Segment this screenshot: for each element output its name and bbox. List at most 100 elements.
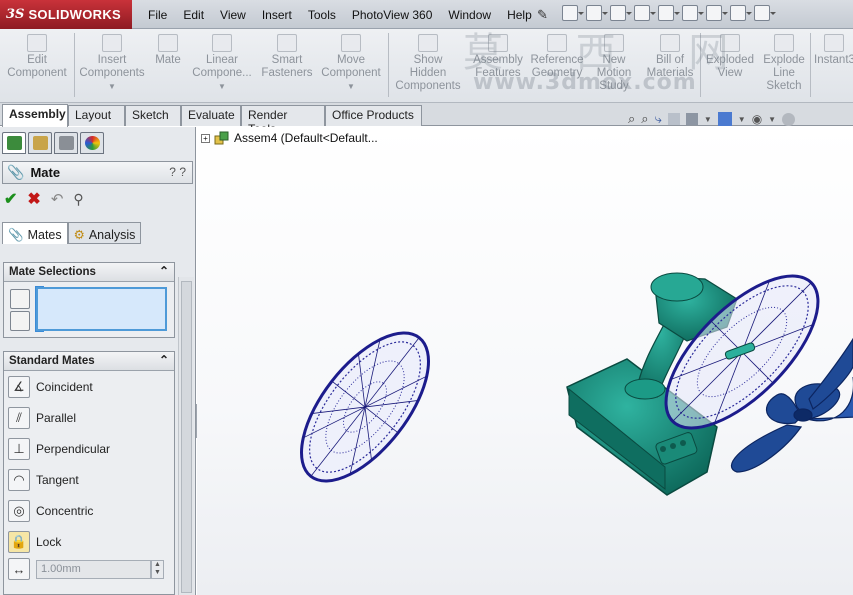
edit-component-icon <box>27 34 47 52</box>
lock-label: Lock <box>36 534 62 549</box>
hide-show-items-icon[interactable]: ◉ <box>752 112 762 126</box>
linear-pattern-button[interactable]: Linear Compone... ▼ <box>189 34 255 93</box>
instant3d-button[interactable]: Instant3D <box>814 34 853 67</box>
tab-sketch[interactable]: Sketch <box>125 105 181 126</box>
view-orientation-icon[interactable] <box>685 113 698 125</box>
mate-selections-list[interactable] <box>36 287 167 331</box>
previous-view-icon[interactable]: ⤷ <box>655 111 662 127</box>
collapse-icon[interactable]: ⌃ <box>159 353 169 367</box>
display-style-icon[interactable] <box>717 112 732 126</box>
mate-lock[interactable]: 🔒 Lock <box>4 526 174 557</box>
mate-coincident[interactable]: ∡ Coincident <box>4 371 174 402</box>
chevron-down-icon[interactable]: ▼ <box>189 80 255 93</box>
insert-components-label: Insert Components <box>79 54 145 79</box>
mate-selections-title: Mate Selections <box>9 266 96 278</box>
move-component-button[interactable]: Move Component ▼ <box>318 34 384 93</box>
paperclip-icon: 📎 <box>7 164 25 180</box>
chevron-down-icon[interactable]: ▼ <box>76 80 148 93</box>
app-logo[interactable]: 3S SOLIDWORKS <box>0 0 132 29</box>
panel-scrollbar[interactable] <box>178 277 194 595</box>
display-manager-tab[interactable] <box>80 132 104 154</box>
save-icon[interactable] <box>610 5 632 21</box>
zoom-to-fit-icon[interactable]: ⌕ <box>628 111 635 127</box>
mate-selections-group: Mate Selections ⌃ <box>3 262 175 338</box>
insert-components-button[interactable]: Insert Components ▼ <box>76 34 148 93</box>
tab-layout[interactable]: Layout <box>68 105 125 126</box>
rebuild-icon[interactable] <box>706 5 728 21</box>
menu-edit[interactable]: Edit <box>175 8 212 22</box>
distance-icon[interactable]: ↔ <box>8 558 30 580</box>
mate-concentric[interactable]: ◎ Concentric <box>4 495 174 526</box>
tab-analysis[interactable]: ⚙ Analysis <box>67 222 142 244</box>
mate-icon <box>158 34 178 52</box>
distance-spinner[interactable]: ▲ ▼ <box>151 559 164 579</box>
distance-input[interactable]: 1.00mm <box>36 559 151 579</box>
edit-component-button[interactable]: Edit Component <box>4 34 70 80</box>
help-label: ? <box>169 165 176 179</box>
file-properties-icon[interactable] <box>730 5 752 21</box>
linear-pattern-icon <box>212 34 232 52</box>
help-icon[interactable]: ? ? <box>169 165 186 179</box>
heads-up-toolbar: ⌕ ⌕ ⤷ ▼ ▼ ◉ ▼ <box>628 111 796 127</box>
mate-button[interactable]: Mate <box>151 34 185 67</box>
undo-icon[interactable]: ↶ <box>51 190 64 208</box>
manager-tabs <box>0 132 104 154</box>
concentric-icon: ◎ <box>8 499 30 522</box>
mates-tab-icon: 📎 <box>8 227 24 242</box>
mate-selections-header[interactable]: Mate Selections ⌃ <box>4 263 174 282</box>
mate-tangent[interactable]: ◠ Tangent <box>4 464 174 495</box>
tab-mates[interactable]: 📎 Mates <box>2 222 68 244</box>
solidworks-window: 3S SOLIDWORKS File Edit View Insert Tool… <box>0 0 853 595</box>
explode-line-sketch-button[interactable]: Explode Line Sketch <box>760 34 808 93</box>
coincident-icon: ∡ <box>8 375 30 398</box>
mate-perpendicular[interactable]: ⊥ Perpendicular <box>4 433 174 464</box>
perpendicular-icon: ⊥ <box>8 437 30 460</box>
multi-mate-icon[interactable] <box>10 311 30 331</box>
show-hidden-components-button[interactable]: Show Hidden Components <box>392 34 464 93</box>
appearance-icon[interactable] <box>782 112 796 126</box>
chevron-down-icon[interactable]: ▼ <box>768 115 776 124</box>
property-manager-icon <box>33 136 48 150</box>
collapse-icon[interactable]: ⌃ <box>159 264 169 278</box>
analysis-tab-icon: ⚙ <box>73 228 85 242</box>
smart-fasteners-button[interactable]: Smart Fasteners <box>259 34 315 80</box>
tab-assembly[interactable]: Assembly <box>2 104 68 127</box>
show-hidden-icon <box>418 34 438 52</box>
graphics-area[interactable]: + Assem4 (Default<Default... <box>197 127 853 595</box>
mate-parallel[interactable]: ⫽ Parallel <box>4 402 174 433</box>
standard-mates-header[interactable]: Standard Mates ⌃ <box>4 352 174 371</box>
menu-view[interactable]: View <box>212 8 254 22</box>
tangent-label: Tangent <box>36 472 79 487</box>
feature-manager-tab[interactable] <box>2 132 26 154</box>
tab-office-products[interactable]: Office Products <box>325 105 422 126</box>
feature-tree-icon <box>7 136 22 150</box>
pushpin-icon[interactable]: ⚲ <box>73 191 83 208</box>
property-manager-tab[interactable] <box>28 132 52 154</box>
options-icon[interactable] <box>754 5 776 21</box>
chevron-down-icon[interactable]: ▼ <box>738 115 746 124</box>
scrollbar-thumb[interactable] <box>181 281 192 593</box>
explode-line-sketch-label: Explode Line Sketch <box>763 54 805 92</box>
menu-tools[interactable]: Tools <box>300 8 344 22</box>
menu-photoview[interactable]: PhotoView 360 <box>344 8 441 22</box>
smart-fasteners-icon <box>277 34 297 52</box>
chevron-down-icon[interactable]: ▼ <box>318 80 384 93</box>
coincident-label: Coincident <box>36 379 93 394</box>
configuration-manager-tab[interactable] <box>54 132 78 154</box>
tab-evaluate[interactable]: Evaluate <box>181 105 241 126</box>
undo-icon[interactable] <box>658 5 680 21</box>
menu-insert[interactable]: Insert <box>254 8 300 22</box>
chevron-down-icon[interactable]: ▼ <box>704 115 712 124</box>
open-icon[interactable] <box>586 5 608 21</box>
menu-file[interactable]: File <box>140 8 175 22</box>
section-view-icon[interactable] <box>667 113 680 125</box>
fan-guard-detached[interactable] <box>278 312 453 502</box>
configuration-icon <box>59 136 74 150</box>
ok-check-icon[interactable]: ✔ <box>4 189 17 209</box>
print-icon[interactable] <box>634 5 656 21</box>
zoom-to-area-icon[interactable]: ⌕ <box>641 111 648 127</box>
tab-render-tools[interactable]: Render Tools <box>241 105 325 136</box>
cancel-x-icon[interactable]: ✖ <box>27 189 40 209</box>
select-icon[interactable] <box>682 5 704 21</box>
new-document-icon[interactable] <box>562 5 584 21</box>
